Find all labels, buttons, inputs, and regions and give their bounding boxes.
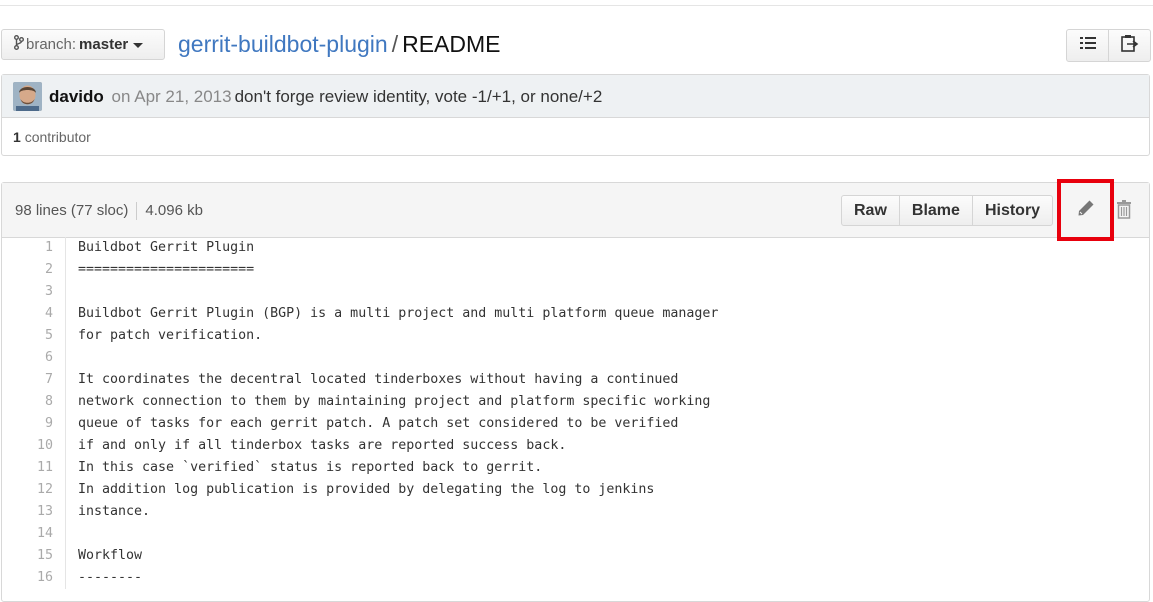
line-content: It coordinates the decentral located tin… (78, 372, 679, 387)
branch-icon (14, 31, 24, 60)
line-content: queue of tasks for each gerrit patch. A … (78, 416, 679, 431)
code-line: 11 In this case `verified` status is repo… (2, 457, 1149, 479)
delete-file-button[interactable] (1116, 200, 1132, 224)
top-divider (0, 0, 1153, 6)
code-line: 12 In addition log publication is provide… (2, 479, 1149, 501)
contributors-info[interactable]: 1 contributor (13, 129, 91, 145)
pencil-icon (1077, 199, 1095, 222)
line-number[interactable]: 15 (2, 545, 66, 567)
line-number[interactable]: 9 (2, 413, 66, 435)
copy-path-button[interactable] (1108, 30, 1150, 61)
file-info-divider (136, 202, 138, 221)
line-content (66, 523, 78, 545)
commit-summary: davido on Apr 21, 2013 don't forge review… (49, 87, 602, 107)
code-line: 9 queue of tasks for each gerrit patch. A… (2, 413, 1149, 435)
commit-header: davido on Apr 21, 2013 don't forge review… (2, 75, 1149, 118)
code-line: 2 ====================== (2, 259, 1149, 281)
file-header: 98 lines (77 sloc) 4.096 kb Raw Blame His… (2, 179, 1149, 241)
line-number[interactable]: 1 (2, 237, 66, 259)
line-content: In this case `verified` status is report… (78, 460, 543, 475)
commit-date: on Apr 21, 2013 (111, 87, 232, 106)
line-content: for patch verification. (78, 328, 263, 343)
clipboard-icon (1120, 34, 1139, 57)
code-line: 5 for patch verification. (2, 325, 1149, 347)
branch-name: master (79, 36, 129, 53)
list-icon (1079, 36, 1096, 55)
branch-prefix: branch: (26, 36, 77, 53)
code-listing: 1 Buildbot Gerrit Plugin 2 ================… (2, 237, 1149, 589)
line-number[interactable]: 11 (2, 457, 66, 479)
file-nav-button-group (1066, 29, 1151, 62)
avatar[interactable] (13, 82, 42, 111)
line-number[interactable]: 10 (2, 435, 66, 457)
line-content: -------- (78, 570, 143, 585)
commit-author[interactable]: davido (49, 87, 104, 106)
line-number[interactable]: 7 (2, 369, 66, 391)
breadcrumb: gerrit-buildbot-plugin / README (178, 30, 500, 58)
history-button[interactable]: History (971, 196, 1052, 225)
contributor-label: contributor (24, 129, 91, 145)
file-lines-info: 98 lines (77 sloc) (15, 202, 129, 219)
edit-file-button[interactable] (1057, 179, 1114, 241)
code-line: 6 (2, 347, 1149, 369)
file-viewer: 98 lines (77 sloc) 4.096 kb Raw Blame His… (1, 179, 1150, 602)
show-outline-button[interactable] (1067, 30, 1108, 61)
contributor-count: 1 (13, 129, 21, 145)
commit-message[interactable]: don't forge review identity, vote -1/+1,… (235, 87, 603, 106)
repo-link[interactable]: gerrit-buildbot-plugin (178, 31, 388, 57)
line-content: ====================== (78, 262, 255, 277)
raw-button[interactable]: Raw (842, 196, 899, 225)
trash-icon (1116, 200, 1132, 223)
file-name: README (402, 31, 501, 57)
file-size: 4.096 kb (145, 202, 203, 219)
code-line: 10 if and only if all tinderbox tasks are… (2, 435, 1149, 457)
file-info: 98 lines (77 sloc) 4.096 kb (15, 202, 203, 221)
code-line: 13 instance. (2, 501, 1149, 523)
code-line: 1 Buildbot Gerrit Plugin (2, 237, 1149, 259)
line-number[interactable]: 5 (2, 325, 66, 347)
line-number[interactable]: 16 (2, 567, 66, 589)
line-content: if and only if all tinderbox tasks are r… (78, 438, 567, 453)
line-number[interactable]: 14 (2, 523, 66, 545)
code-line: 16 -------- (2, 567, 1149, 589)
code-line: 7 It coordinates the decentral located ti… (2, 369, 1149, 391)
line-number[interactable]: 13 (2, 501, 66, 523)
line-content: Workflow (78, 548, 143, 563)
code-line: 3 (2, 281, 1149, 303)
line-content: Buildbot Gerrit Plugin (BGP) is a multi … (78, 306, 719, 321)
line-content: network connection to them by maintainin… (78, 394, 711, 409)
line-content (66, 281, 78, 303)
code-line: 8 network connection to them by maintaini… (2, 391, 1149, 413)
line-number[interactable]: 4 (2, 303, 66, 325)
line-number[interactable]: 2 (2, 259, 66, 281)
code-line: 15 Workflow (2, 545, 1149, 567)
line-content: In addition log publication is provided … (78, 482, 655, 497)
code-line: 14 (2, 523, 1149, 545)
latest-commit-box: davido on Apr 21, 2013 don't forge review… (1, 74, 1150, 156)
line-number[interactable]: 6 (2, 347, 66, 369)
line-number[interactable]: 8 (2, 391, 66, 413)
line-content (66, 347, 78, 369)
line-number[interactable]: 12 (2, 479, 66, 501)
code-line: 4 Buildbot Gerrit Plugin (BGP) is a multi… (2, 303, 1149, 325)
line-number[interactable]: 3 (2, 281, 66, 303)
chevron-down-icon (133, 42, 144, 48)
branch-selector-button[interactable]: branch: master (1, 29, 165, 60)
file-view-button-group: Raw Blame History (841, 195, 1054, 226)
path-separator: / (391, 31, 399, 57)
line-content: Buildbot Gerrit Plugin (78, 240, 255, 255)
blame-button[interactable]: Blame (898, 196, 972, 225)
line-content: instance. (78, 504, 151, 519)
